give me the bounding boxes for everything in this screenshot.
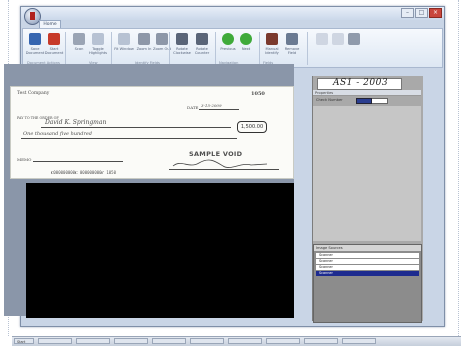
taskbar-item[interactable]: [266, 338, 300, 344]
ribbon: Save Document Start Document Scan Toggle Hi…: [22, 28, 443, 68]
disabled-a-icon: [316, 33, 328, 45]
ribbon-button-label: Rotate Counter: [194, 47, 210, 55]
ribbon-button-label: Fit Window: [114, 47, 134, 51]
payee-line: [41, 127, 231, 128]
memo-line: [33, 161, 123, 162]
ribbon-separator: [111, 32, 112, 65]
zoom-in-icon: [138, 33, 150, 45]
micr-preview-text: AS1 - 2003: [333, 78, 389, 88]
ribbon-separator: [259, 32, 260, 65]
amount-line: [21, 138, 237, 139]
zoom-out-icon: [156, 33, 168, 45]
title-bar: – □ ×: [21, 7, 444, 25]
previous-icon: [222, 33, 234, 45]
next-icon: [240, 33, 252, 45]
list-item[interactable]: Scanner: [316, 253, 419, 258]
start-icon: [48, 33, 60, 45]
list-item-selected[interactable]: Scanner: [316, 271, 419, 276]
remove-field-button[interactable]: Remove Field: [283, 33, 301, 65]
scan-button[interactable]: Scan: [70, 33, 88, 65]
save-icon: [29, 33, 41, 45]
taskbar-item[interactable]: [38, 338, 72, 344]
close-button[interactable]: ×: [429, 8, 442, 18]
list-item[interactable]: Scanner: [316, 259, 419, 264]
taskbar-item[interactable]: [152, 338, 186, 344]
identify-icon: [266, 33, 278, 45]
settings-button[interactable]: [345, 33, 363, 65]
ribbon-button-label: Next: [241, 47, 251, 51]
cheque-image: Test Company 1050 DATE 3-15-2009 PAY TO …: [10, 86, 294, 179]
date-value: 3-15-2009: [201, 103, 222, 108]
taskbar-item[interactable]: [304, 338, 338, 344]
remove-field-icon: [286, 33, 298, 45]
ribbon-button-label: Rotate Clockwise: [173, 47, 191, 55]
field-row: Check Number: [314, 98, 420, 104]
ribbon-separator: [169, 32, 170, 65]
image-sources-list: Image Sources Scanner Scanner Scanner Sc…: [313, 244, 422, 323]
taskbar-item[interactable]: [190, 338, 224, 344]
list-header: Image Sources: [314, 245, 421, 251]
ribbon-button-label: Start Document: [44, 47, 64, 55]
bank-name: Test Company: [17, 91, 50, 96]
fit-icon: [118, 33, 130, 45]
next-button[interactable]: Next: [237, 33, 255, 65]
field-selection[interactable]: [356, 98, 372, 104]
rotate-ccw-icon: [196, 33, 208, 45]
signature-line: [169, 169, 279, 170]
fit-button[interactable]: Fit Window: [114, 33, 134, 65]
payee-value: David K. Springman: [45, 119, 107, 126]
properties-header: Properties: [313, 90, 421, 96]
ribbon-separator: [307, 32, 308, 65]
disabled-b-icon: [332, 33, 344, 45]
ribbon-separator: [65, 32, 66, 65]
settings-icon: [348, 33, 360, 45]
rotate-cw-button[interactable]: Rotate Clockwise: [173, 33, 191, 65]
ribbon-button-label: Manual Identify: [265, 47, 279, 55]
date-line: [199, 109, 239, 110]
start-button[interactable]: Start: [14, 338, 34, 344]
rotate-cw-icon: [176, 33, 188, 45]
window-controls: – □ ×: [401, 8, 442, 18]
field-label: Check Number: [316, 98, 343, 102]
list-item[interactable]: Scanner: [316, 265, 419, 270]
rotate-ccw-button[interactable]: Rotate Counter: [193, 33, 211, 65]
ribbon-button-label: Toggle Highlights: [88, 47, 108, 55]
check-number: 1050: [251, 91, 265, 97]
scan-icon: [73, 33, 85, 45]
date-label: DATE: [187, 105, 199, 110]
ribbon-tabs: Home: [21, 20, 444, 29]
micr-line: ⑆000000000⑆ 000000000⑈ 1050: [51, 170, 116, 175]
taskbar-item[interactable]: [342, 338, 376, 344]
ribbon-separator: [215, 32, 216, 65]
micr-preview: AS1 - 2003: [317, 78, 402, 90]
memo-label: MEMO: [17, 157, 32, 162]
taskbar-item[interactable]: [76, 338, 110, 344]
maximize-button[interactable]: □: [415, 8, 428, 18]
highlight-icon: [92, 33, 104, 45]
written-amount: One thousand five hundred: [23, 131, 93, 137]
minimize-button[interactable]: –: [401, 8, 414, 18]
taskbar-item[interactable]: [228, 338, 262, 344]
image-view-area: [26, 183, 294, 318]
app-logo-icon: [30, 12, 35, 20]
ribbon-button-label: Remove Field: [284, 47, 300, 55]
properties-area: [313, 106, 421, 241]
taskbar-item[interactable]: [114, 338, 148, 344]
amount-box: 1,500.00: [237, 121, 267, 133]
